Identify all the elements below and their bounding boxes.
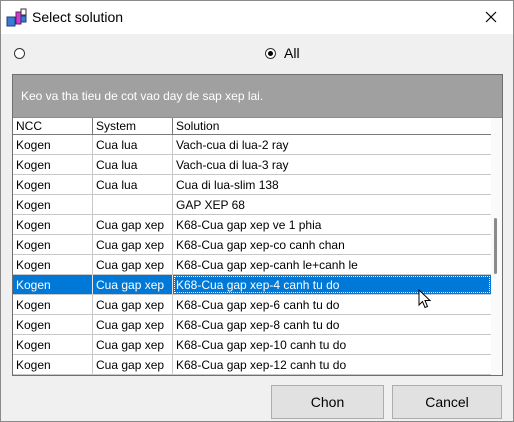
cell-solution[interactable]: Vach-cua di lua-2 ray — [173, 135, 491, 154]
mouse-pointer-icon — [418, 289, 432, 309]
cell-system[interactable]: Cua lua — [93, 135, 173, 154]
cell-system[interactable]: Cua lua — [93, 175, 173, 194]
solution-grid: Keo va tha tieu de cot vao day de sap xe… — [12, 74, 503, 376]
table-row[interactable]: Kogen Cua lua Vach-cua di lua-2 ray — [13, 135, 491, 155]
cell-solution[interactable]: K68-Cua gap xep-4 canh tu do — [173, 275, 491, 294]
vertical-scrollbar[interactable] — [491, 118, 502, 375]
cell-solution[interactable]: K68-Cua gap xep-canh le+canh le — [173, 255, 491, 274]
cell-solution[interactable]: K68-Cua gap xep-10 canh tu do — [173, 335, 491, 354]
cancel-button[interactable]: Cancel — [392, 385, 502, 419]
column-header-ncc[interactable]: NCC — [13, 118, 93, 134]
filter-option-all-radio[interactable] — [265, 48, 276, 59]
cell-system[interactable]: Cua gap xep — [93, 335, 173, 354]
cell-solution[interactable]: K68-Cua gap xep-8 canh tu do — [173, 315, 491, 334]
cell-system[interactable]: Cua gap xep — [93, 235, 173, 254]
chon-button[interactable]: Chon — [271, 385, 384, 419]
cell-ncc[interactable]: Kogen — [13, 335, 93, 354]
cell-system[interactable]: Cua gap xep — [93, 215, 173, 234]
cell-ncc[interactable]: Kogen — [13, 355, 93, 374]
cell-ncc[interactable]: Kogen — [13, 175, 93, 194]
grid-header: NCC System Solution — [13, 118, 491, 135]
close-button[interactable] — [469, 1, 513, 34]
table-row[interactable]: Kogen Cua lua Cua di lua-slim 138 — [13, 175, 491, 195]
table-row[interactable]: Kogen Cua gap xep K68-Cua gap xep-co canh … — [13, 235, 491, 255]
cell-ncc[interactable]: Kogen — [13, 275, 93, 294]
scrollbar-thumb[interactable] — [494, 218, 497, 274]
table-row[interactable]: Kogen GAP XEP 68 — [13, 195, 491, 215]
cell-ncc[interactable]: Kogen — [13, 135, 93, 154]
cell-system[interactable]: Cua lua — [93, 155, 173, 174]
table-row[interactable]: Kogen Cua lua Vach-cua di lua-3 ray — [13, 155, 491, 175]
cell-solution[interactable]: K68-Cua gap xep ve 1 phia — [173, 215, 491, 234]
cell-ncc[interactable]: Kogen — [13, 215, 93, 234]
cell-ncc[interactable]: Kogen — [13, 195, 93, 214]
group-by-panel[interactable]: Keo va tha tieu de cot vao day de sap xe… — [13, 75, 502, 118]
cell-solution[interactable]: K68-Cua gap xep-6 canh tu do — [173, 295, 491, 314]
column-header-solution[interactable]: Solution — [173, 118, 491, 134]
cell-solution[interactable]: Cua di lua-slim 138 — [173, 175, 491, 194]
filter-option-left-radio[interactable] — [14, 48, 25, 59]
group-by-hint: Keo va tha tieu de cot vao day de sap xe… — [21, 89, 264, 103]
cell-ncc[interactable]: Kogen — [13, 235, 93, 254]
cell-ncc[interactable]: Kogen — [13, 295, 93, 314]
cell-system[interactable]: Cua gap xep — [93, 355, 173, 374]
filter-option-all-label[interactable]: All — [284, 45, 300, 61]
cell-solution[interactable]: Vach-cua di lua-3 ray — [173, 155, 491, 174]
title-bar[interactable]: Select solution — [1, 1, 513, 34]
cell-system[interactable]: Cua gap xep — [93, 315, 173, 334]
table-row[interactable]: Kogen Cua gap xep K68-Cua gap xep-8 canh t… — [13, 315, 491, 335]
window-title: Select solution — [32, 9, 124, 25]
cell-ncc[interactable]: Kogen — [13, 255, 93, 274]
cell-system[interactable]: Cua gap xep — [93, 275, 173, 294]
cell-solution[interactable]: GAP XEP 68 — [173, 195, 491, 214]
cell-system[interactable] — [93, 195, 173, 214]
cell-system[interactable]: Cua gap xep — [93, 255, 173, 274]
cell-solution[interactable]: K68-Cua gap xep-co canh chan — [173, 235, 491, 254]
table-row[interactable]: Kogen Cua gap xep K68-Cua gap xep-10 canh … — [13, 335, 491, 355]
app-icon — [6, 8, 27, 27]
table-row[interactable]: Kogen Cua gap xep K68-Cua gap xep-12 canh … — [13, 355, 491, 375]
column-header-system[interactable]: System — [93, 118, 173, 134]
cell-system[interactable]: Cua gap xep — [93, 295, 173, 314]
select-solution-dialog: Select solution All Keo va tha tieu de c… — [0, 0, 514, 422]
table-row[interactable]: Kogen Cua gap xep K68-Cua gap xep ve 1 phi… — [13, 215, 491, 235]
cell-ncc[interactable]: Kogen — [13, 315, 93, 334]
close-icon — [485, 11, 497, 23]
cell-ncc[interactable]: Kogen — [13, 155, 93, 174]
table-row[interactable]: Kogen Cua gap xep K68-Cua gap xep-canh le+… — [13, 255, 491, 275]
cell-solution[interactable]: K68-Cua gap xep-12 canh tu do — [173, 355, 491, 374]
